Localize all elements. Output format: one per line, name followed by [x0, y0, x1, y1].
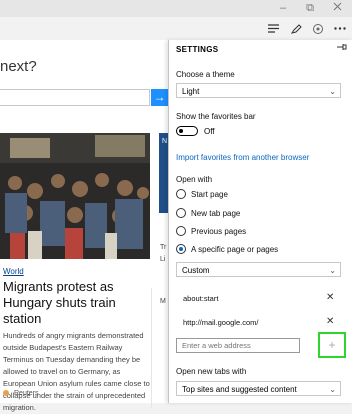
open-with-label: Open with [176, 175, 213, 184]
browser-toolbar [0, 17, 352, 40]
trending-fragment: Tr [160, 244, 167, 251]
radio-specific-pages[interactable] [176, 244, 186, 254]
import-favorites-link[interactable]: Import favorites from another browser [176, 153, 309, 162]
article-category[interactable]: World [3, 267, 24, 276]
new-tabs-label: Open new tabs with [176, 367, 247, 376]
source-icon [3, 390, 9, 397]
article-headline[interactable]: Migrants protest as Hungary shuts train … [3, 279, 148, 327]
article-source: Reuters [3, 390, 39, 397]
new-tabs-value: Top sites and suggested content [182, 385, 297, 394]
search-arrow-button[interactable]: → [151, 89, 168, 106]
theme-label: Choose a theme [176, 70, 235, 79]
add-page-button[interactable]: + [318, 332, 346, 358]
favorites-bar-label: Show the favorites bar [176, 112, 256, 121]
restore-button[interactable]: ⧉ [297, 0, 323, 17]
note-icon[interactable] [285, 17, 307, 40]
toggle-knob [179, 128, 183, 133]
radio-label-start-page: Start page [191, 190, 228, 199]
list-fragment: Li [160, 256, 166, 263]
page-url: http://mail.google.com/ [183, 318, 259, 327]
minimize-button[interactable]: – [270, 0, 296, 17]
chevron-down-icon: ⌄ [329, 266, 336, 275]
radio-label-new-tab-page: New tab page [191, 209, 241, 218]
article-photo[interactable] [0, 133, 150, 259]
search-input[interactable] [0, 89, 150, 106]
thumbnail-letter: N [162, 138, 168, 145]
settings-panel: SETTINGS Choose a theme Light ⌄ Show the… [168, 40, 352, 403]
new-tabs-select[interactable]: Top sites and suggested content ⌄ [176, 381, 341, 396]
question-text: next? [0, 58, 37, 75]
radio-new-tab-page[interactable] [176, 208, 186, 218]
column-divider [151, 288, 152, 408]
close-button[interactable] [324, 0, 350, 17]
source-name: Reuters [14, 390, 39, 397]
remove-page-button[interactable]: ✕ [326, 292, 334, 303]
remove-page-button[interactable]: ✕ [326, 316, 334, 327]
more-icon[interactable] [329, 17, 351, 40]
more-fragment: M [160, 298, 166, 305]
chevron-down-icon: ⌄ [329, 385, 336, 394]
page-url: about:start [183, 294, 219, 303]
web-address-input[interactable] [176, 338, 300, 353]
radio-label-specific-pages: A specific page or pages [191, 245, 279, 254]
radio-start-page[interactable] [176, 189, 186, 199]
pin-icon[interactable] [337, 43, 347, 53]
favorites-bar-state: Off [204, 127, 215, 136]
theme-value: Light [182, 87, 200, 96]
share-icon[interactable] [307, 17, 329, 40]
radio-previous-pages[interactable] [176, 226, 186, 236]
open-with-select[interactable]: Custom ⌄ [176, 262, 341, 277]
theme-select[interactable]: Light ⌄ [176, 83, 341, 98]
chevron-down-icon: ⌄ [329, 87, 336, 96]
favorites-bar-toggle[interactable] [176, 126, 198, 136]
radio-label-previous-pages: Previous pages [191, 227, 247, 236]
settings-title: SETTINGS [176, 45, 219, 54]
title-bar: – ⧉ [0, 0, 352, 17]
hub-icon[interactable] [262, 17, 284, 40]
article-summary: Hundreds of angry migrants demonstrated … [3, 331, 150, 412]
open-with-value: Custom [182, 266, 210, 275]
